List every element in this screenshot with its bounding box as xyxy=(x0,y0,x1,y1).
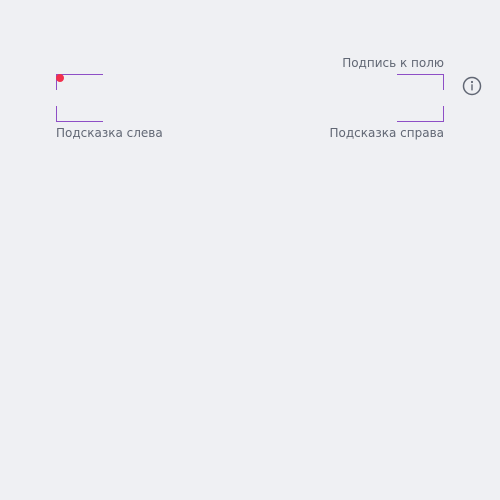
field-box[interactable] xyxy=(56,74,444,122)
text-input[interactable] xyxy=(56,74,444,122)
info-icon[interactable] xyxy=(462,76,482,96)
hint-left: Подсказка слева xyxy=(56,126,163,140)
required-indicator xyxy=(56,74,64,82)
field-label: Подпись к полю xyxy=(342,56,444,70)
hint-right: Подсказка справа xyxy=(329,126,445,140)
